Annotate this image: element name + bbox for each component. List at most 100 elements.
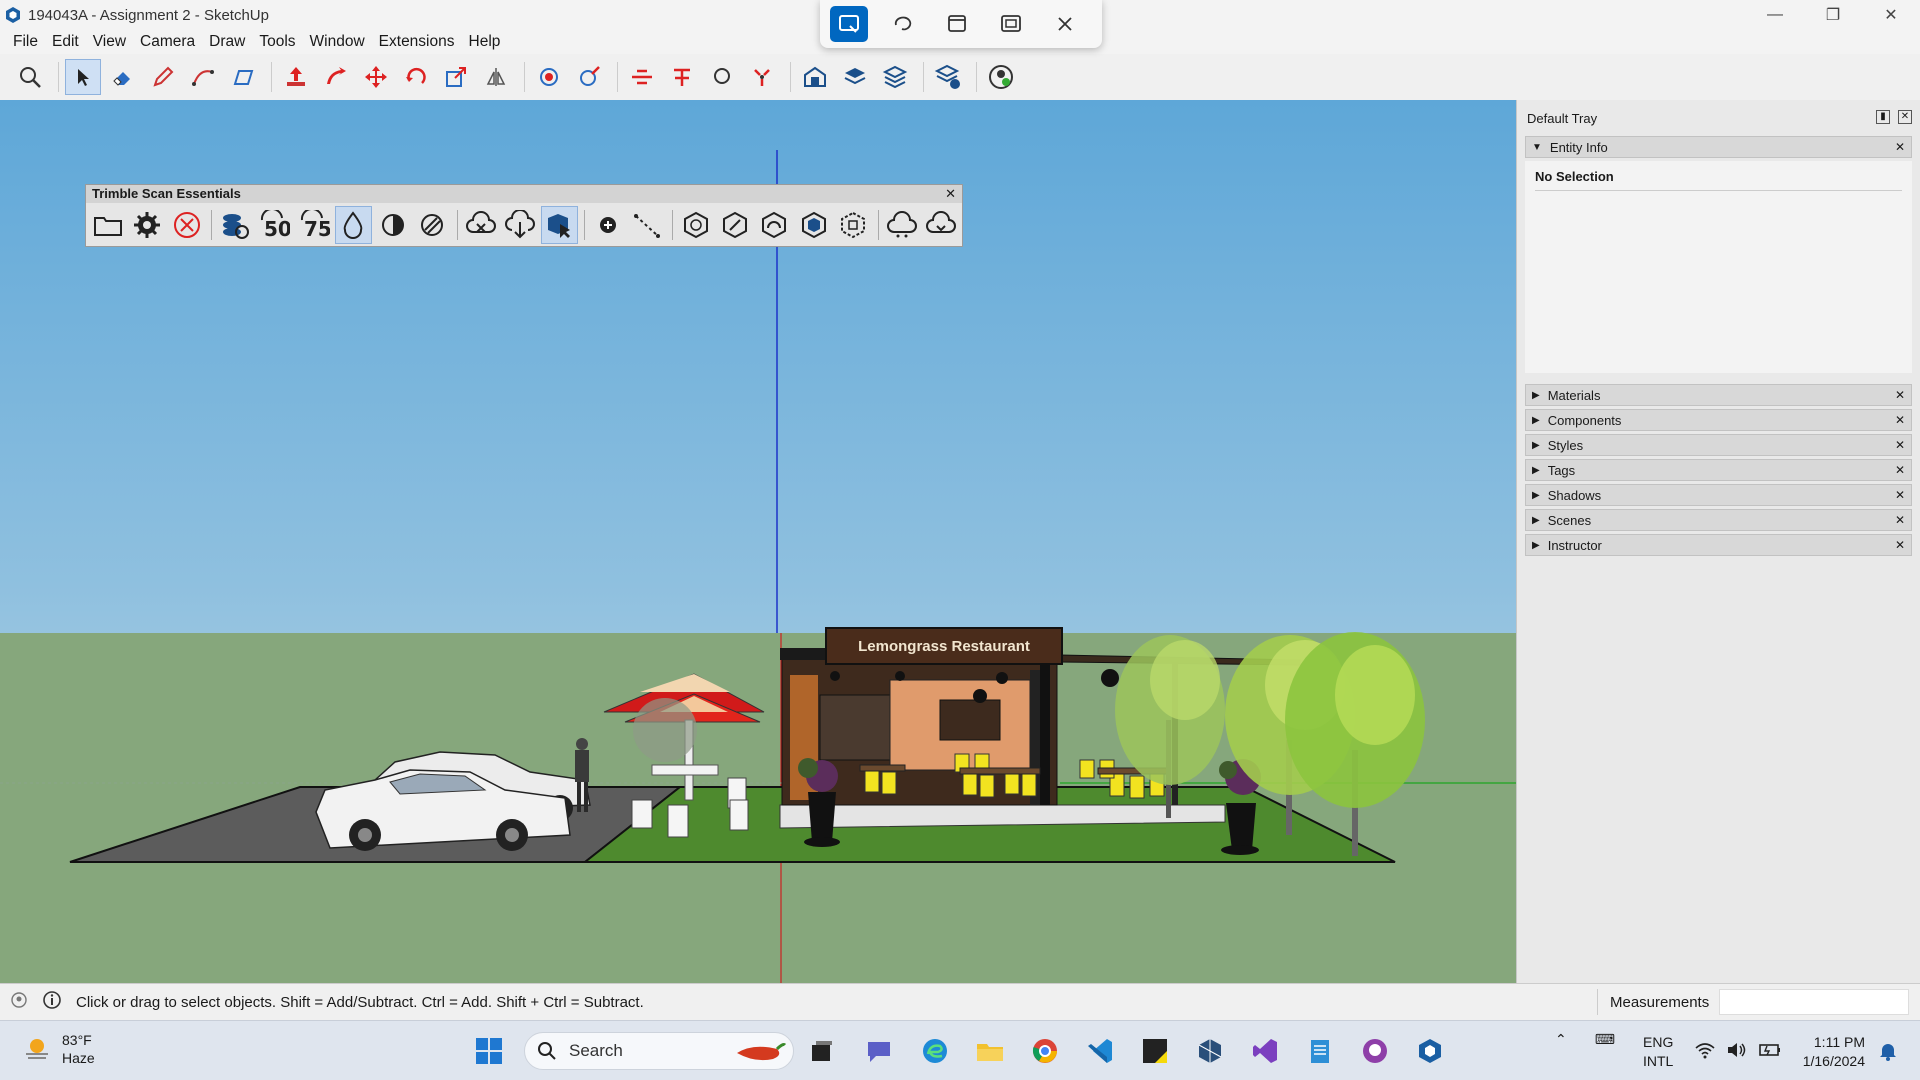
iso-3-icon[interactable]	[756, 206, 793, 244]
window-snip-button[interactable]	[938, 6, 976, 42]
visual-studio-button[interactable]	[1247, 1033, 1283, 1069]
tray-pin-icon[interactable]: ▮	[1876, 110, 1890, 124]
notification-bell-icon[interactable]	[1878, 1041, 1898, 1065]
scale-tool-button[interactable]	[438, 59, 474, 95]
menu-help[interactable]: Help	[462, 33, 508, 51]
notepad-button[interactable]	[1302, 1033, 1338, 1069]
extension-settings-button[interactable]	[930, 59, 966, 95]
close-window-button[interactable]: ✕	[1862, 0, 1920, 30]
panel-close-icon[interactable]: ✕	[1895, 538, 1905, 552]
settings-gear-icon[interactable]	[128, 206, 165, 244]
add-point-icon[interactable]	[589, 206, 626, 244]
scan-toolbar-close-icon[interactable]: ✕	[945, 186, 956, 202]
cloud-1-icon[interactable]	[883, 206, 920, 244]
edge-button[interactable]	[917, 1033, 953, 1069]
panel-close-icon[interactable]: ✕	[1895, 413, 1905, 427]
menu-extensions[interactable]: Extensions	[372, 33, 462, 51]
start-button[interactable]	[471, 1033, 507, 1069]
cloud-2-icon[interactable]	[922, 206, 959, 244]
minimize-button[interactable]: —	[1746, 0, 1804, 30]
panel-scenes[interactable]: ▶ Scenes ✕	[1525, 509, 1912, 531]
file-explorer-button[interactable]	[972, 1033, 1008, 1069]
section-fill-button[interactable]	[664, 59, 700, 95]
menu-view[interactable]: View	[86, 33, 133, 51]
3d-viewport[interactable]: Lemongrass Restaurant Trimble Scan Essen…	[0, 100, 1516, 983]
geo-location-icon[interactable]	[10, 991, 28, 1013]
freeform-snip-button[interactable]	[884, 6, 922, 42]
zoom-button[interactable]	[12, 59, 48, 95]
pan-button[interactable]	[744, 59, 780, 95]
panel-close-icon[interactable]: ✕	[1895, 488, 1905, 502]
tape-measure-button[interactable]	[571, 59, 607, 95]
move-tool-button[interactable]	[358, 59, 394, 95]
50-percent-icon[interactable]: 50	[256, 206, 293, 244]
volume-icon[interactable]	[1726, 1041, 1748, 1064]
panel-close-icon[interactable]: ✕	[1895, 463, 1905, 477]
menu-tools[interactable]: Tools	[252, 33, 302, 51]
sticky-notes-button[interactable]	[1137, 1033, 1173, 1069]
close-snip-button[interactable]	[1046, 6, 1084, 42]
point-cloud-icon[interactable]	[216, 206, 253, 244]
panel-shadows[interactable]: ▶ Shadows ✕	[1525, 484, 1912, 506]
paint-bucket-button[interactable]	[531, 59, 567, 95]
orbit-button[interactable]	[704, 59, 740, 95]
teams-chat-button[interactable]	[861, 1033, 897, 1069]
taskbar-clock[interactable]: 1:11 PM 1/16/2024	[1787, 1033, 1865, 1071]
menu-edit[interactable]: Edit	[45, 33, 86, 51]
wifi-icon[interactable]	[1694, 1041, 1716, 1064]
cube-cursor-icon[interactable]	[540, 206, 579, 244]
sketchup-taskbar-button[interactable]	[1412, 1033, 1448, 1069]
drop-icon[interactable]	[334, 206, 372, 244]
panel-components[interactable]: ▶ Components ✕	[1525, 409, 1912, 431]
75-percent-icon[interactable]: 75	[295, 206, 332, 244]
weather-widget[interactable]: 83°F Haze	[22, 1031, 95, 1067]
panel-close-icon[interactable]: ✕	[1895, 513, 1905, 527]
panel-entity-info[interactable]: ▼ Entity Info ✕	[1525, 136, 1912, 158]
rectangle-snip-button[interactable]	[830, 6, 868, 42]
cloud-download-icon[interactable]	[501, 206, 538, 244]
eraser-tool-button[interactable]	[105, 59, 141, 95]
show-hidden-icons-icon[interactable]: ⌃	[1555, 1031, 1567, 1048]
panel-instructor[interactable]: ▶ Instructor ✕	[1525, 534, 1912, 556]
cancel-icon[interactable]	[168, 206, 205, 244]
info-icon[interactable]	[42, 990, 62, 1014]
keyboard-icon[interactable]: ⌨	[1595, 1031, 1615, 1048]
panel-close-icon[interactable]: ✕	[1895, 140, 1905, 154]
panel-close-icon[interactable]: ✕	[1895, 438, 1905, 452]
battery-icon[interactable]	[1758, 1041, 1782, 1064]
cloud-x-icon[interactable]	[462, 206, 499, 244]
account-button[interactable]	[983, 59, 1019, 95]
offset-tool-button[interactable]	[478, 59, 514, 95]
open-folder-icon[interactable]	[89, 206, 126, 244]
menu-window[interactable]: Window	[303, 33, 372, 51]
stack-button[interactable]	[877, 59, 913, 95]
task-view-button[interactable]	[804, 1033, 840, 1069]
iso-1-icon[interactable]	[677, 206, 714, 244]
measurements-input[interactable]	[1719, 989, 1909, 1015]
layers-button[interactable]	[837, 59, 873, 95]
contrast-icon[interactable]	[374, 206, 411, 244]
iso-5-icon[interactable]	[835, 206, 872, 244]
panel-styles[interactable]: ▶ Styles ✕	[1525, 434, 1912, 456]
arc-tool-button[interactable]	[185, 59, 221, 95]
language-indicator[interactable]: ENG INTL	[1643, 1033, 1673, 1071]
iso-4-icon[interactable]	[795, 206, 832, 244]
chrome-button[interactable]	[1027, 1033, 1063, 1069]
hatch-icon[interactable]	[413, 206, 450, 244]
iso-2-icon[interactable]	[716, 206, 753, 244]
follow-me-button[interactable]	[318, 59, 354, 95]
github-desktop-button[interactable]	[1357, 1033, 1393, 1069]
panel-close-icon[interactable]: ✕	[1895, 388, 1905, 402]
taskbar-search[interactable]: Search	[524, 1032, 794, 1070]
vscode-button[interactable]	[1082, 1033, 1118, 1069]
select-tool-button[interactable]	[65, 59, 101, 95]
push-pull-button[interactable]	[278, 59, 314, 95]
menu-file[interactable]: File	[6, 33, 45, 51]
fullscreen-snip-button[interactable]	[992, 6, 1030, 42]
menu-draw[interactable]: Draw	[202, 33, 252, 51]
warehouse-button[interactable]	[797, 59, 833, 95]
line-icon[interactable]	[629, 206, 666, 244]
panel-tags[interactable]: ▶ Tags ✕	[1525, 459, 1912, 481]
tray-close-icon[interactable]: ✕	[1898, 110, 1912, 124]
virtualbox-button[interactable]	[1192, 1033, 1228, 1069]
